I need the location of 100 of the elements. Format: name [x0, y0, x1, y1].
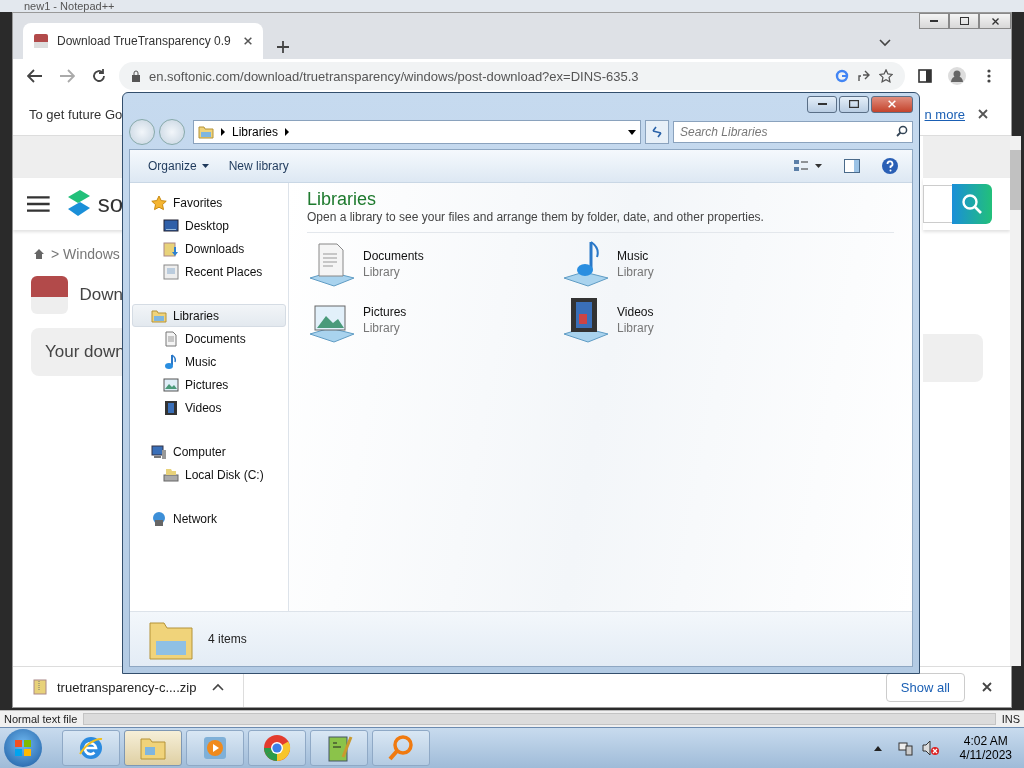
address-field[interactable]: Libraries: [193, 120, 641, 144]
close-button[interactable]: [871, 95, 913, 113]
music-library-icon: [561, 240, 611, 288]
chrome-icon: [262, 733, 292, 763]
dropdown-icon: [628, 129, 636, 135]
taskbar-app-button[interactable]: [62, 730, 120, 766]
refresh-icon: [650, 125, 664, 139]
chevron-up-icon: [212, 683, 225, 691]
magnifier-icon: [387, 734, 415, 762]
chevron-right-icon: [284, 128, 291, 136]
status-text: INS: [1001, 713, 1020, 726]
close-icon: [887, 99, 897, 109]
item-count: 4 items: [208, 632, 247, 646]
nav-tree-item[interactable]: Libraries: [132, 304, 286, 327]
forward-button[interactable]: [159, 119, 185, 145]
minimize-button[interactable]: [807, 95, 837, 113]
media-player-icon: [201, 734, 229, 762]
caret-up-icon: [873, 745, 882, 751]
arrow-left-icon: [27, 69, 43, 83]
maximize-icon: [959, 17, 969, 25]
nav-tree-item[interactable]: Downloads: [132, 237, 286, 260]
nav-tree-item[interactable]: Documents: [132, 327, 286, 350]
star-icon: [151, 194, 167, 211]
close-icon: [990, 16, 1000, 26]
nav-tree-item[interactable]: Local Disk (C:): [132, 463, 286, 486]
plus-icon: [276, 40, 290, 54]
refresh-button[interactable]: [645, 120, 669, 144]
taskbar-app-button[interactable]: [310, 730, 368, 766]
video-library-icon: [561, 296, 611, 344]
learn-more-link[interactable]: n more: [920, 106, 965, 122]
taskbar-app-button[interactable]: [248, 730, 306, 766]
taskbar-app-button[interactable]: [372, 730, 430, 766]
network-icon: [151, 510, 167, 527]
nav-tree-item[interactable]: Music: [132, 350, 286, 373]
search-field[interactable]: Search Libraries: [673, 121, 913, 143]
drive-icon: [163, 466, 179, 483]
chevron-down-icon: [879, 39, 891, 47]
command-button[interactable]: Organize: [140, 155, 217, 177]
content-description: Open a library to see your files and arrange them by folder, date, and other properties.: [307, 210, 894, 233]
clock[interactable]: 4:02 AM 4/11/2023: [959, 734, 1012, 762]
profile-button[interactable]: [945, 64, 969, 88]
g-logo-icon: [835, 69, 849, 83]
minimize-button[interactable]: [919, 13, 949, 29]
status-text: Normal text file: [4, 713, 78, 726]
minimize-icon: [930, 19, 938, 23]
start-button[interactable]: [4, 729, 42, 767]
window-title: new1 - Notepad++: [24, 0, 115, 12]
recent-places-icon: [163, 263, 179, 280]
library-name[interactable]: Pictures: [363, 305, 407, 319]
site-logo: so: [97, 190, 123, 218]
taskbar-app-button[interactable]: [124, 730, 182, 766]
avatar-icon: [947, 66, 967, 86]
browser-tab[interactable]: Download TrueTransparency 0.9: [23, 23, 263, 59]
picture-icon: [163, 376, 179, 393]
library-type: Library: [617, 265, 654, 279]
library-type: Library: [617, 321, 654, 335]
favicon-icon: [33, 33, 49, 49]
download-file-name[interactable]: truetransparency-c....zip: [57, 679, 197, 695]
page-heading: Down: [79, 285, 123, 305]
close-button[interactable]: [979, 13, 1011, 29]
library-name[interactable]: Music: [617, 249, 654, 263]
library-name[interactable]: Videos: [617, 305, 654, 319]
notepad-icon: [325, 733, 353, 763]
library-folder-icon: [151, 307, 167, 324]
address-bar[interactable]: en.softonic.com/download/truetransparency/windows/post-download?ex=DINS-635.3: [119, 62, 905, 90]
nav-tree-item[interactable]: Pictures: [132, 373, 286, 396]
speaker-muted-icon: [921, 740, 940, 756]
chevron-right-icon: [220, 128, 226, 136]
nav-tree-item[interactable]: Network: [132, 507, 286, 530]
maximize-button[interactable]: [949, 13, 979, 29]
maximize-button[interactable]: [839, 95, 869, 113]
nav-tree-item[interactable]: Computer: [132, 440, 286, 463]
scroll-thumb[interactable]: [1010, 150, 1021, 210]
content-heading: Libraries: [307, 189, 378, 210]
close-icon: [243, 36, 253, 46]
nav-tree-item[interactable]: Desktop: [132, 214, 286, 237]
command-button[interactable]: New library: [220, 155, 297, 177]
library-type: Library: [363, 321, 401, 335]
library-name[interactable]: Documents: [363, 249, 424, 263]
document-library-icon: [307, 240, 357, 288]
document-icon: [163, 330, 179, 347]
show-all-button[interactable]: Show all: [885, 672, 965, 702]
search-icon: [896, 125, 908, 137]
app-icon: [31, 276, 68, 314]
folder-icon: [139, 735, 167, 761]
maximize-icon: [849, 100, 859, 108]
menu-icon: [27, 195, 50, 213]
close-icon: [977, 108, 989, 120]
nav-tree-item[interactable]: Recent Places: [132, 260, 286, 283]
nav-tree-item[interactable]: Favorites: [132, 191, 286, 214]
nav-tree-item[interactable]: Videos: [132, 396, 286, 419]
taskbar-app-button[interactable]: [186, 730, 244, 766]
windows-logo-icon: [14, 739, 32, 757]
search-button[interactable]: [952, 184, 992, 224]
music-note-icon: [163, 353, 179, 370]
minimize-icon: [817, 102, 827, 106]
info-message: To get future Go: [29, 106, 123, 122]
search-icon: [961, 193, 983, 215]
side-panel-icon: [918, 69, 932, 83]
more-vertical-icon: [987, 69, 991, 83]
